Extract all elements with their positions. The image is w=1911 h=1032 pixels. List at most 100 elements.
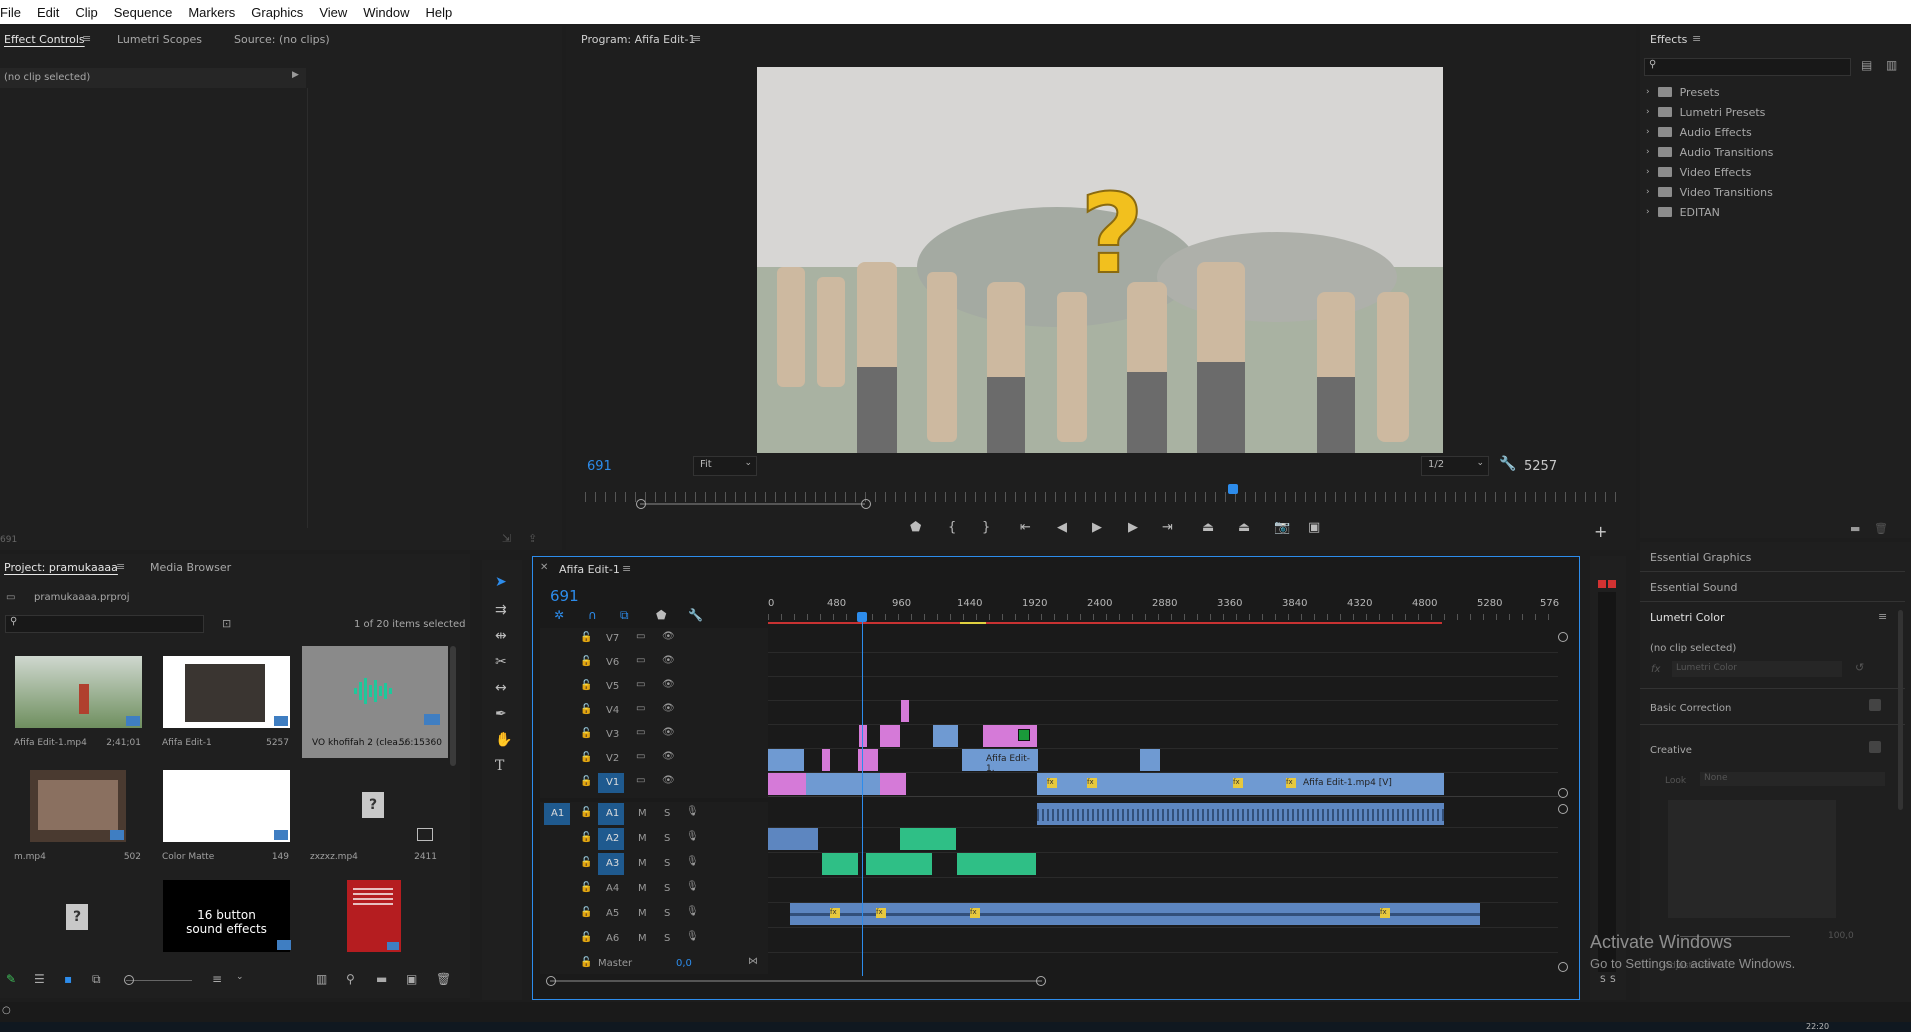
clip-v1[interactable] bbox=[880, 773, 906, 795]
mute-button[interactable]: M bbox=[638, 858, 647, 869]
look-dropdown[interactable]: None bbox=[1700, 772, 1885, 786]
menu-view[interactable]: View bbox=[311, 5, 355, 20]
find-bin-icon[interactable]: ⊡ bbox=[222, 617, 231, 630]
tab-source[interactable]: Source: (no clips) bbox=[234, 33, 330, 46]
clip-v2[interactable] bbox=[822, 749, 830, 771]
meter-solo-left[interactable]: S bbox=[1600, 975, 1606, 985]
timeline-title[interactable]: Afifa Edit-1 bbox=[559, 563, 620, 576]
solo-button[interactable]: S bbox=[664, 908, 670, 919]
expand-arrow-icon[interactable]: ▶ bbox=[292, 70, 299, 80]
video-v-scroll-top[interactable] bbox=[1558, 632, 1568, 642]
sync-lock-icon[interactable]: ▭ bbox=[636, 679, 645, 690]
sync-lock-icon[interactable]: ▭ bbox=[636, 631, 645, 642]
right-scrollbar[interactable] bbox=[1898, 610, 1903, 810]
mic-icon[interactable]: 🎙 bbox=[686, 831, 699, 842]
program-scrub-ruler[interactable] bbox=[585, 492, 1620, 502]
clip-a2[interactable] bbox=[900, 828, 956, 850]
project-item[interactable]: Color Matte 149 bbox=[158, 768, 293, 868]
menu-edit[interactable]: Edit bbox=[29, 5, 67, 20]
share-icon[interactable]: ⇪ bbox=[528, 532, 537, 545]
lock-icon[interactable]: 🔓 bbox=[580, 680, 592, 691]
zoom-handle-left[interactable] bbox=[636, 499, 646, 509]
lift-icon[interactable]: ⏏ bbox=[1202, 520, 1214, 535]
clip-v3[interactable] bbox=[933, 725, 958, 747]
snap-icon[interactable]: ∩ bbox=[588, 608, 597, 622]
clip-a3[interactable] bbox=[866, 853, 932, 875]
project-item[interactable] bbox=[306, 880, 441, 952]
timeline-timecode[interactable]: 691 bbox=[550, 587, 579, 605]
effects-item[interactable]: › Presets bbox=[1644, 82, 1884, 102]
creative-checkbox[interactable] bbox=[1869, 741, 1881, 753]
lumetri-fx-dropdown[interactable]: Lumetri Color bbox=[1672, 661, 1842, 677]
linked-selection-icon[interactable]: ⧉ bbox=[620, 608, 629, 623]
timeline-settings-icon[interactable]: 🔧 bbox=[688, 608, 703, 622]
zoom-slider-handle[interactable] bbox=[124, 975, 134, 985]
essential-graphics-tab[interactable]: Essential Graphics bbox=[1650, 551, 1751, 564]
tab-effect-controls[interactable]: Effect Controls bbox=[4, 33, 85, 46]
trash-icon[interactable]: 🗑 bbox=[1874, 522, 1888, 535]
lock-icon[interactable]: 🔓 bbox=[580, 776, 592, 787]
effects-menu-icon[interactable]: ≡ bbox=[1692, 32, 1701, 45]
lock-icon[interactable]: 🔓 bbox=[580, 932, 592, 943]
master-value[interactable]: 0,0 bbox=[676, 958, 692, 969]
solo-button[interactable]: S bbox=[664, 883, 670, 894]
program-timecode[interactable]: 691 bbox=[587, 459, 612, 474]
solo-button[interactable]: S bbox=[664, 808, 670, 819]
lock-icon[interactable]: 🔓 bbox=[580, 752, 592, 763]
master-end-icon[interactable]: ⋈ bbox=[748, 956, 758, 967]
clip-a1[interactable] bbox=[1037, 803, 1444, 825]
project-menu-icon[interactable]: ≡ bbox=[116, 560, 125, 573]
wrench-icon[interactable]: 🔧 bbox=[1499, 456, 1516, 472]
eye-icon[interactable]: 👁 bbox=[662, 727, 675, 738]
effects-item[interactable]: › Audio Transitions bbox=[1644, 142, 1884, 162]
video-v-scroll-bottom[interactable] bbox=[1558, 788, 1568, 798]
sync-lock-icon[interactable]: ▭ bbox=[636, 775, 645, 786]
new-folder-icon[interactable]: ▬ bbox=[1850, 522, 1860, 535]
pen-tool-icon[interactable]: ✒ bbox=[495, 706, 507, 722]
program-playhead[interactable] bbox=[1228, 484, 1238, 494]
eye-icon[interactable]: 👁 bbox=[662, 775, 675, 786]
step-forward-icon[interactable]: ▶ bbox=[1128, 520, 1138, 535]
clip-a2[interactable] bbox=[768, 828, 818, 850]
sync-lock-icon[interactable]: ▭ bbox=[636, 703, 645, 714]
zoom-handle-right[interactable] bbox=[861, 499, 871, 509]
lock-icon[interactable]: 🔓 bbox=[580, 728, 592, 739]
project-item-selected[interactable]: VO khofifah 2 (clea... 56:15360 bbox=[302, 646, 448, 758]
lock-icon[interactable]: 🔓 bbox=[580, 832, 592, 843]
menu-sequence[interactable]: Sequence bbox=[106, 5, 181, 20]
mute-button[interactable]: M bbox=[638, 883, 647, 894]
zoom-slider[interactable] bbox=[126, 980, 192, 981]
new-bin-icon[interactable]: ▬ bbox=[376, 972, 387, 986]
audio-v-scroll-bottom[interactable] bbox=[1558, 962, 1568, 972]
clip-v3[interactable] bbox=[859, 725, 867, 747]
clip-a5[interactable]: fx fx fx fx bbox=[790, 903, 1480, 925]
essential-sound-tab[interactable]: Essential Sound bbox=[1650, 581, 1737, 594]
eye-icon[interactable]: 👁 bbox=[662, 751, 675, 762]
timeline-menu-icon[interactable]: ≡ bbox=[622, 562, 631, 575]
project-item[interactable]: Afifa Edit-1 5257 bbox=[158, 654, 293, 754]
menu-graphics[interactable]: Graphics bbox=[243, 5, 311, 20]
timeline-playhead[interactable] bbox=[862, 612, 863, 976]
clip-v1[interactable]: fx fx fx fx Afifa Edit-1.mp4 [V] bbox=[1037, 773, 1444, 795]
clip-v2[interactable]: Afifa Edit-1. bbox=[962, 749, 1038, 774]
new-item-icon[interactable]: ▣ bbox=[406, 972, 417, 986]
play-icon[interactable]: ▶ bbox=[1092, 520, 1102, 535]
chevron-down-icon[interactable]: ⌄ bbox=[236, 972, 244, 982]
extract-icon[interactable]: ⏏ bbox=[1238, 520, 1250, 535]
effects-item[interactable]: › Audio Effects bbox=[1644, 122, 1884, 142]
project-search-input[interactable]: ⚲ bbox=[5, 615, 204, 633]
menu-clip[interactable]: Clip bbox=[67, 5, 105, 20]
basic-correction-checkbox[interactable] bbox=[1869, 699, 1881, 711]
go-to-in-icon[interactable]: ⇤ bbox=[1020, 520, 1031, 535]
freeform-view-icon[interactable]: ⧉ bbox=[92, 972, 101, 987]
effects-search-input[interactable]: ⚲ bbox=[1644, 58, 1851, 76]
mute-button[interactable]: M bbox=[638, 933, 647, 944]
mute-button[interactable]: M bbox=[638, 908, 647, 919]
timeline-zoom-scroll[interactable] bbox=[550, 980, 1042, 982]
lock-icon[interactable]: 🔓 bbox=[580, 807, 592, 818]
clip-a3[interactable] bbox=[957, 853, 1036, 875]
eye-icon[interactable]: 👁 bbox=[662, 655, 675, 666]
sync-lock-icon[interactable]: ▭ bbox=[636, 655, 645, 666]
new-bin-icon[interactable]: ▤ bbox=[1861, 58, 1872, 72]
clip-v2[interactable] bbox=[1140, 749, 1160, 771]
